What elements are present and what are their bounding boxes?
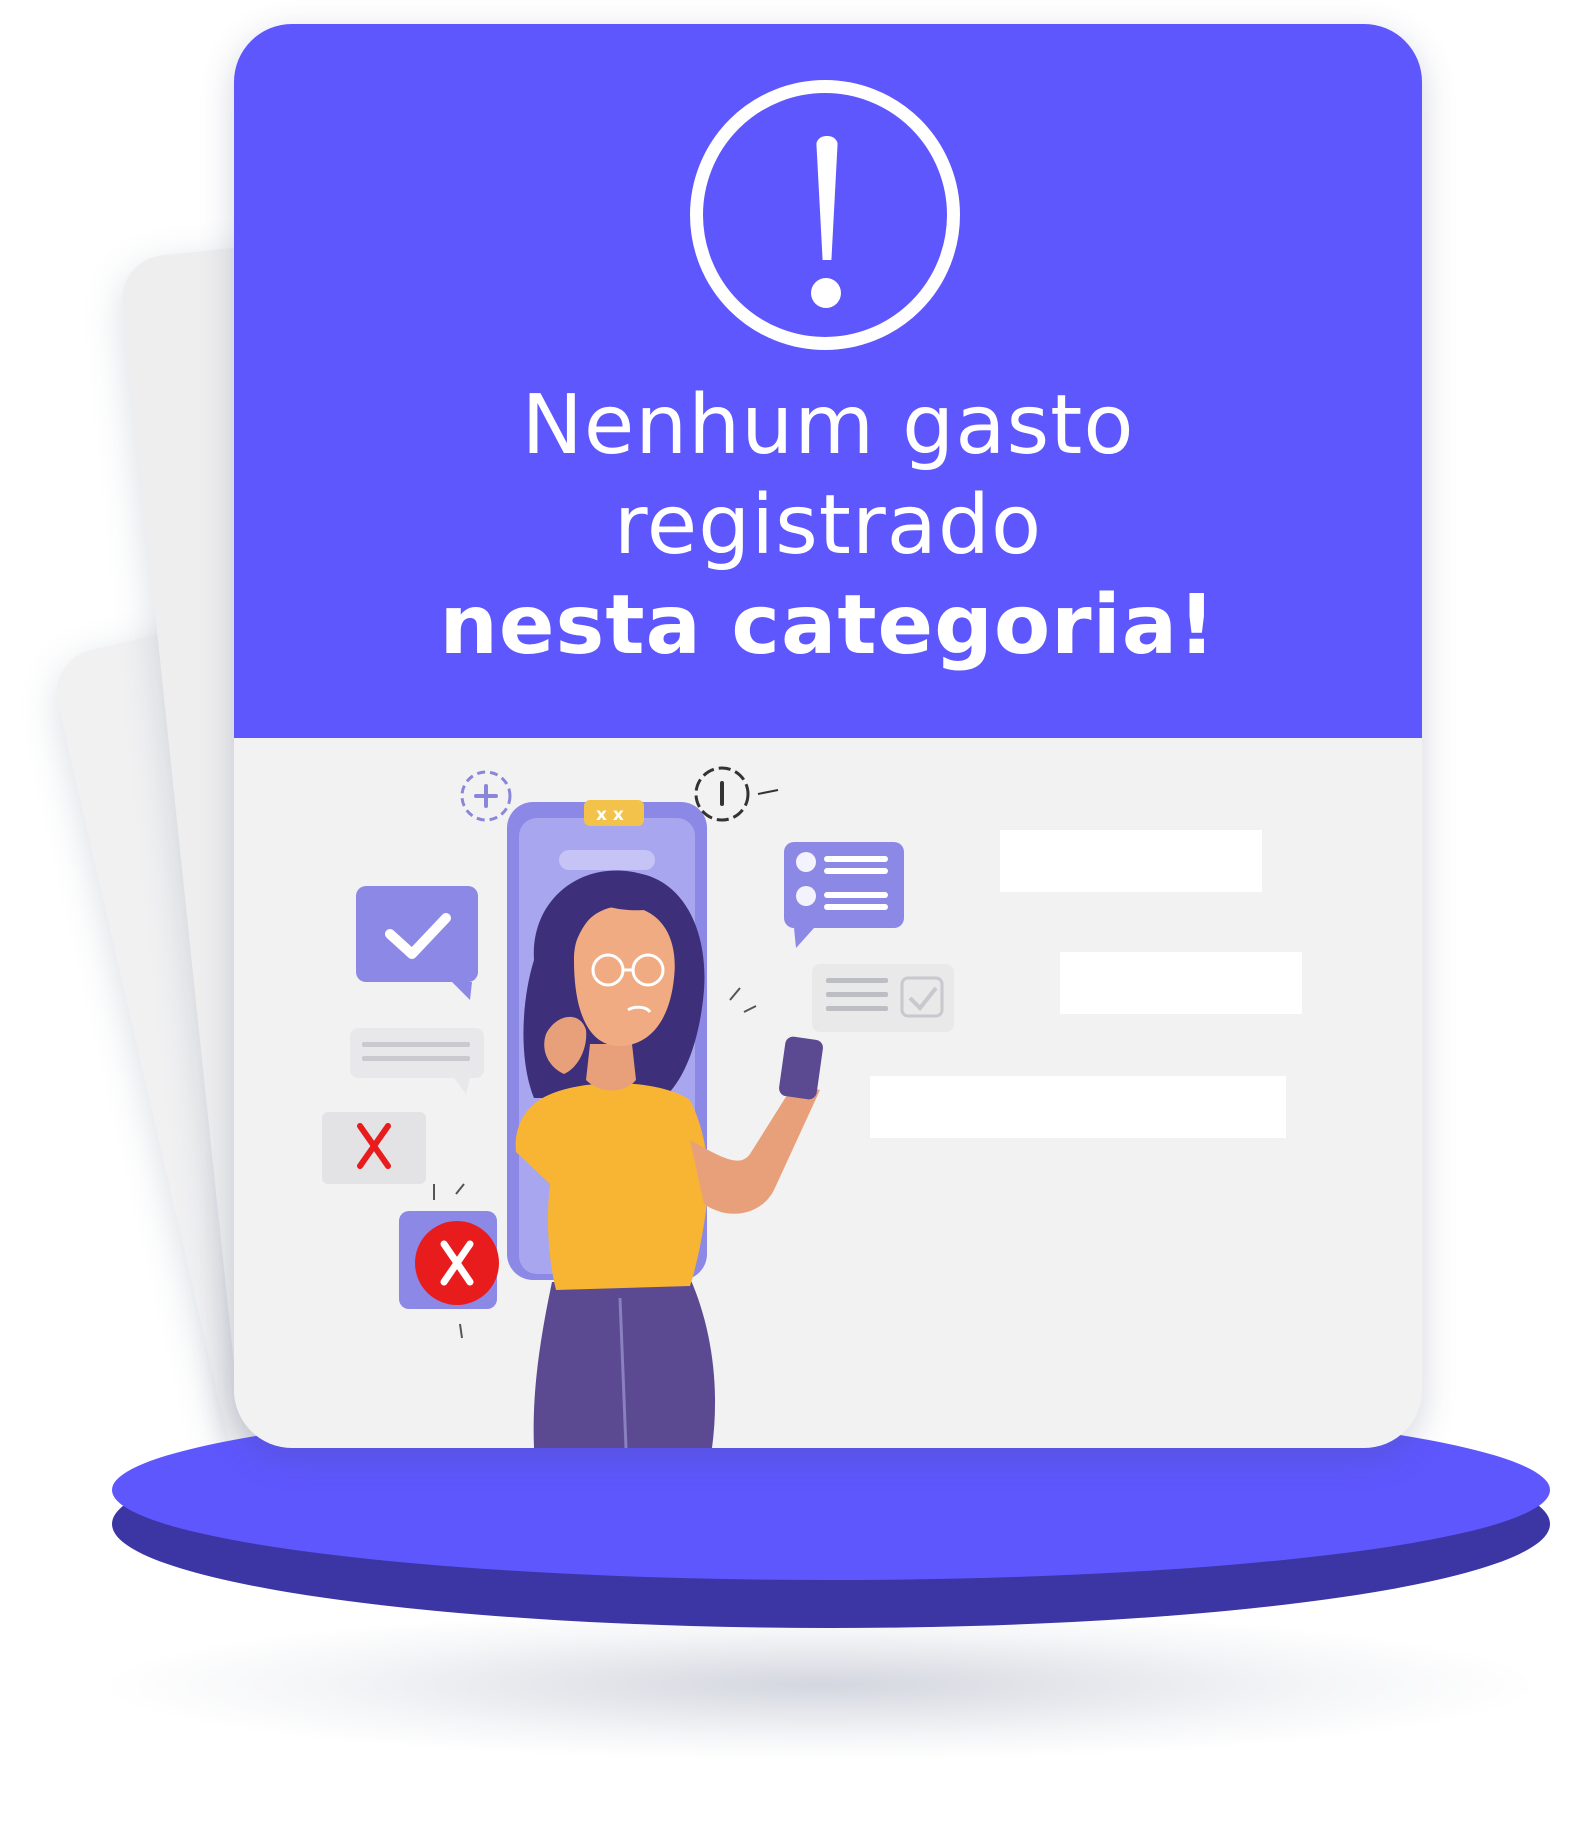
card-header: Nenhum gasto registrado nesta categoria!	[234, 24, 1422, 738]
receipt-check-icon	[812, 964, 954, 1032]
woman-with-phone-illustration: x x	[322, 766, 954, 1448]
svg-text:x x: x x	[596, 805, 624, 825]
x-mark-icon	[322, 1112, 426, 1184]
info-circle-icon	[694, 766, 779, 822]
woman-figure	[515, 870, 823, 1448]
x-circle-badge-icon	[399, 1183, 499, 1339]
floor-shadow	[110, 1610, 1530, 1760]
chat-list-bubble-icon	[784, 842, 904, 948]
empty-state-scene: Nenhum gasto registrado nesta categoria!…	[0, 0, 1583, 1830]
empty-state-card: Nenhum gasto registrado nesta categoria!…	[234, 24, 1422, 1448]
message-bubble-icon	[350, 1028, 484, 1094]
title-line-2: registrado	[613, 478, 1043, 573]
plus-circle-icon	[460, 770, 512, 822]
checkmark-bubble-icon	[356, 886, 478, 1000]
empty-state-title: Nenhum gasto registrado nesta categoria!	[234, 376, 1422, 676]
title-line-1: Nenhum gasto	[521, 378, 1135, 473]
title-line-3: nesta categoria!	[439, 578, 1217, 673]
